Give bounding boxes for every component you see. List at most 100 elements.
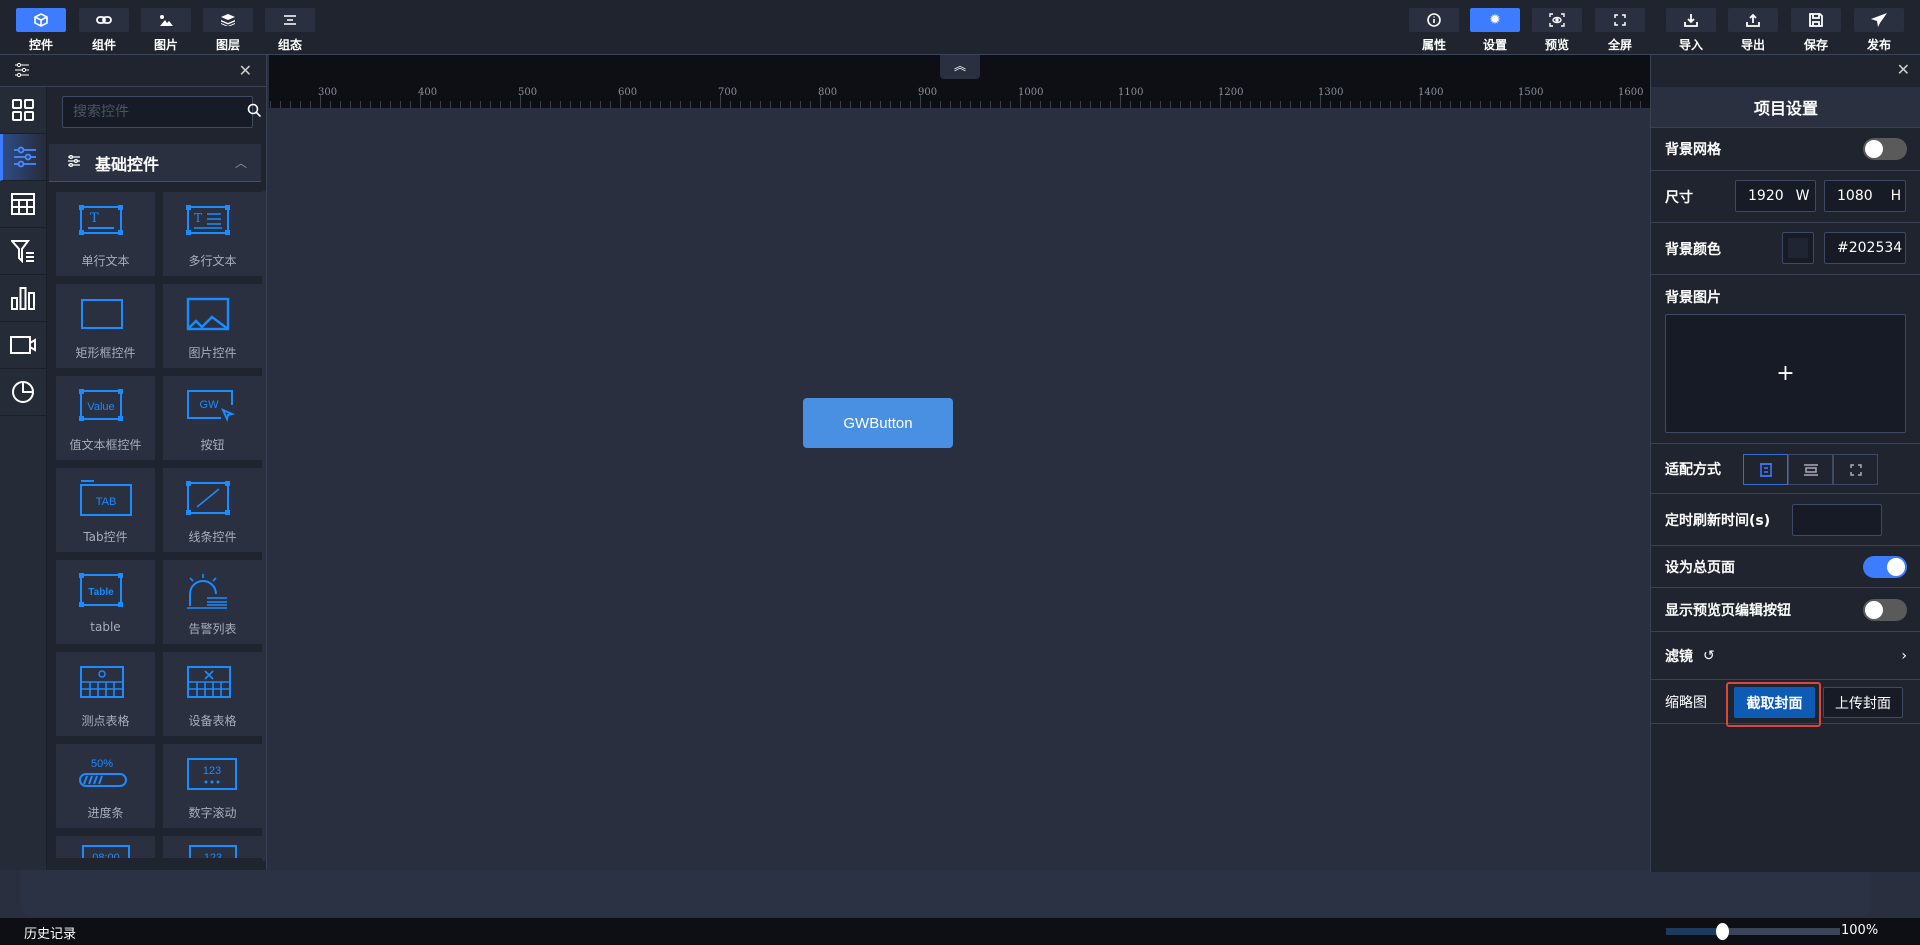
show-edit-toggle[interactable] — [1863, 598, 1907, 621]
search-input[interactable] — [73, 104, 247, 120]
toolbar-button-4[interactable]: 全屏 — [1595, 8, 1645, 53]
ruler-tick — [1200, 101, 1201, 108]
bg-color-swatch[interactable] — [1782, 232, 1814, 264]
widget-item[interactable]: 矩形框控件 — [56, 284, 155, 368]
ruler-tick — [1040, 101, 1041, 108]
toolbar-button-2[interactable]: ✹ 设置 — [1470, 8, 1520, 53]
widget-item[interactable]: Table table — [56, 560, 155, 644]
toolbar-button-2[interactable]: 组件 — [79, 8, 129, 53]
pie-category-icon[interactable] — [0, 369, 46, 416]
ruler-tick — [400, 101, 401, 108]
cube-icon — [16, 8, 66, 32]
capture-cover-button[interactable]: 截取封面 — [1734, 687, 1815, 718]
ruler-tick — [580, 101, 581, 108]
zoom-slider[interactable] — [1666, 923, 1840, 940]
widget-label: 设备表格 — [188, 714, 237, 728]
widget-item[interactable]: 告警列表 — [163, 560, 262, 644]
ruler-tick — [370, 101, 371, 108]
fit-height-icon[interactable] — [1743, 454, 1788, 485]
plus-icon: + — [1776, 361, 1795, 386]
table-category-icon[interactable] — [0, 181, 46, 228]
widget-item[interactable]: T 单行文本 — [56, 192, 155, 276]
category-basic-controls[interactable]: 基础控件 ︿ — [49, 144, 261, 182]
toolbar-button-7[interactable]: 保存 — [1791, 8, 1841, 53]
width-input[interactable]: 1920 W — [1735, 180, 1816, 212]
toolbar-button-5[interactable]: 导入 — [1666, 8, 1716, 53]
ruler-label: 1100 — [1118, 87, 1144, 98]
basic-controls-category-icon[interactable] — [0, 134, 46, 181]
widget-item[interactable]: 123 — [163, 836, 262, 858]
grid-category-icon[interactable] — [0, 87, 46, 134]
ruler-tick — [1360, 101, 1361, 108]
zoom-slider-handle[interactable] — [1715, 923, 1729, 940]
history-link[interactable]: 历史记录 — [24, 923, 76, 942]
widget-item[interactable]: TAB Tab控件 — [56, 468, 155, 552]
ruler-tick — [1250, 101, 1251, 108]
toolbar-button-4[interactable]: 图层 — [203, 8, 253, 53]
toolbar-button-3[interactable]: 图片 — [141, 8, 191, 53]
widget-item[interactable]: 线条控件 — [163, 468, 262, 552]
toolbar-button-1[interactable]: 控件 — [16, 8, 66, 53]
widget-label: 按钮 — [200, 438, 225, 452]
ruler-tick — [330, 101, 331, 108]
toolbar-button-6[interactable]: 导出 — [1728, 8, 1778, 53]
ruler-tick — [660, 101, 661, 108]
fit-fill-icon[interactable] — [1833, 454, 1878, 485]
ruler-tick — [1600, 101, 1601, 108]
ruler-tick — [550, 101, 551, 108]
bg-grid-toggle[interactable] — [1863, 138, 1907, 160]
search-icon[interactable] — [247, 103, 262, 121]
widget-item[interactable]: GW 按钮 — [163, 376, 262, 460]
toolbar-button-1[interactable]: 属性 — [1409, 8, 1459, 53]
widget-label: 图片控件 — [188, 346, 237, 360]
row-filter[interactable]: 滤镜 ↺ › — [1651, 632, 1920, 680]
ruler-tick — [540, 101, 541, 108]
ruler-label: 1200 — [1218, 87, 1244, 98]
widget-label: 单行文本 — [81, 254, 130, 268]
video-category-icon[interactable] — [0, 322, 46, 369]
close-icon[interactable]: ✕ — [239, 61, 252, 80]
toolbar-button-5[interactable]: 组态 — [265, 8, 315, 53]
ruler-tick — [350, 101, 351, 108]
widget-item[interactable]: Value 值文本框控件 — [56, 376, 155, 460]
bg-image-upload[interactable]: + — [1665, 314, 1906, 433]
toolbar-label: 控件 — [28, 38, 53, 52]
upload-cover-button[interactable]: 上传封面 — [1823, 687, 1903, 718]
widget-item[interactable]: 50% 进度条 — [56, 744, 155, 828]
toolbar-button-3[interactable]: 预览 — [1532, 8, 1582, 53]
widget-item[interactable]: 图片控件 — [163, 284, 262, 368]
widget-item[interactable]: T 多行文本 — [163, 192, 262, 276]
reset-icon[interactable]: ↺ — [1703, 648, 1715, 664]
chevron-right-icon[interactable]: › — [1901, 648, 1907, 664]
ruler-tick — [940, 101, 941, 108]
row-bg-image: 背景图片 + — [1651, 275, 1920, 444]
toolbar-button-8[interactable]: 发布 — [1854, 8, 1904, 53]
widget-item[interactable]: 123 数字滚动 — [163, 744, 262, 828]
widget-label: 值文本框控件 — [69, 438, 142, 452]
fit-width-icon[interactable] — [1788, 454, 1833, 485]
eye-icon — [1532, 8, 1582, 32]
bg-color-input[interactable]: #202534 — [1824, 232, 1906, 264]
widget-item[interactable]: 测点表格 — [56, 652, 155, 736]
close-icon[interactable]: ✕ — [1897, 60, 1910, 79]
canvas-gwbutton[interactable]: GWButton — [803, 398, 953, 448]
ruler-tick — [750, 101, 751, 108]
align-icon — [265, 8, 315, 32]
widget-item[interactable]: 设备表格 — [163, 652, 262, 736]
filter-list-category-icon[interactable] — [0, 228, 46, 275]
search-widgets[interactable] — [62, 96, 262, 128]
chevron-up-icon[interactable]: ︿ — [235, 154, 247, 171]
widget-panel-scrollbar[interactable] — [262, 191, 266, 861]
height-input[interactable]: 1080 H — [1824, 180, 1906, 212]
toolbar-label: 设置 — [1482, 38, 1507, 52]
refresh-interval-input[interactable] — [1792, 504, 1882, 536]
widget-item[interactable]: 08:00 — [56, 836, 155, 858]
collapse-toolbar-button[interactable]: ︽ — [940, 55, 980, 79]
toolbar-label: 导出 — [1740, 38, 1765, 52]
chart-category-icon[interactable] — [0, 275, 46, 322]
ruler-tick — [1640, 101, 1641, 108]
button-icon: GW — [186, 390, 235, 423]
ruler-tick — [670, 101, 671, 108]
bg-color-label: 背景颜色 — [1665, 241, 1721, 258]
set-main-toggle[interactable] — [1863, 555, 1907, 578]
